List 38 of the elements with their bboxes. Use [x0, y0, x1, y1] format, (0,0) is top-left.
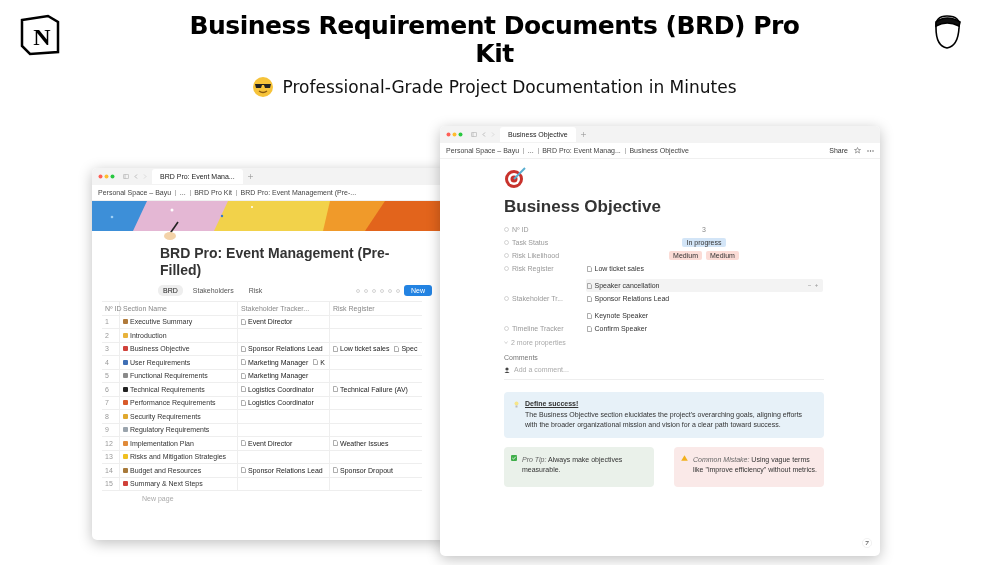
more-icon	[867, 149, 874, 152]
window-controls	[446, 132, 464, 137]
page-icon	[241, 318, 246, 325]
subtitle: Professional-Grade Project Documentation in Minutes	[282, 77, 737, 97]
page-icon	[333, 345, 338, 352]
lightbulb-icon	[514, 401, 519, 408]
target-icon	[504, 165, 528, 189]
writing-hand-icon	[162, 221, 182, 241]
sunglasses-face-icon	[252, 76, 275, 98]
page-title: Business Requirement Documents (BRD) Pro Kit	[188, 12, 801, 68]
sidebar-icon	[471, 132, 477, 137]
page-icon	[394, 345, 400, 352]
page-icon	[333, 467, 338, 474]
row-actions-icon	[806, 283, 819, 288]
plus-icon	[580, 132, 586, 137]
page-heading: BRD Pro: Event Management (Pre-Filled)	[160, 245, 391, 279]
warning-icon	[681, 455, 688, 461]
star-icon	[854, 147, 861, 154]
sidebar-icon	[123, 174, 129, 179]
notion-logo: N	[18, 12, 62, 56]
property-icon	[504, 326, 509, 331]
property-icon	[504, 296, 509, 301]
avatar-icon	[504, 366, 510, 373]
checkbox-icon	[511, 455, 517, 461]
window-controls	[98, 174, 116, 179]
page-icon	[586, 265, 592, 272]
property-icon	[504, 253, 509, 258]
property-icon	[504, 266, 509, 271]
page-heading: Business Objective	[504, 197, 662, 217]
property-icon	[504, 240, 509, 245]
page-icon	[313, 359, 319, 366]
property-icon	[504, 227, 509, 232]
plus-icon	[247, 174, 253, 179]
help-icon	[862, 538, 872, 548]
page-icon	[241, 440, 246, 447]
page-icon	[333, 440, 338, 447]
page-icon	[241, 467, 246, 474]
page-icon	[333, 386, 338, 393]
